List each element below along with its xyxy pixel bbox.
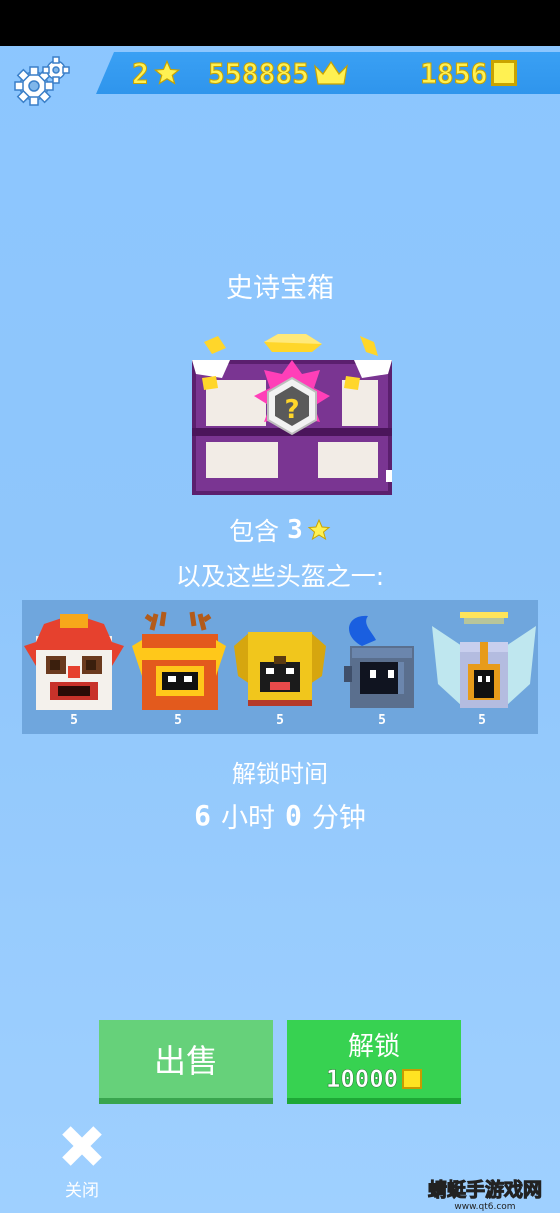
minutes-unit: 分钟	[311, 803, 366, 834]
status-bar	[0, 0, 560, 46]
close-icon	[62, 1126, 102, 1166]
settings-gear-icon[interactable]	[14, 56, 70, 106]
watermark-url: www.qt6.com	[454, 1202, 516, 1212]
svg-text:?: ?	[284, 395, 299, 425]
dragon-helmet-icon	[132, 611, 226, 710]
unlock-time-label: 解锁时间	[232, 760, 328, 788]
unlock-cost-value: 10000	[325, 1064, 399, 1093]
contains-count: 3	[287, 515, 303, 545]
stars-value: 2	[132, 56, 150, 90]
helmet-level: 5	[276, 713, 284, 728]
coin-icon	[402, 1068, 423, 1089]
helmet-level: 5	[70, 713, 78, 728]
star-icon	[153, 59, 181, 85]
unlock-button[interactable]: 解锁 10000	[287, 1020, 461, 1098]
watermark-text: 蜻蜓手游戏网	[427, 1179, 542, 1202]
helmet-lion-dance[interactable]: 5	[24, 606, 124, 730]
helmet-level: 5	[378, 713, 386, 728]
helmet-angel[interactable]: 5	[432, 606, 536, 730]
stars-counter: 2	[132, 56, 181, 90]
hours-value: 6	[194, 799, 211, 832]
helmets-label: 以及这些头盔之一:	[175, 562, 385, 591]
hours-unit: 小时	[221, 803, 275, 834]
dog-helmet-icon	[234, 632, 326, 706]
angel-helmet-icon	[432, 612, 536, 708]
watermark: 蜻蜓手游戏网 www.qt6.com	[420, 1175, 550, 1213]
helmet-knight[interactable]: 5	[332, 606, 432, 730]
coins-counter: 1856	[419, 56, 518, 90]
helmet-level: 5	[478, 713, 486, 728]
unlock-cost: 10000	[325, 1064, 423, 1093]
close-button[interactable]: 关闭	[54, 1122, 110, 1202]
unlock-button-label: 解锁	[347, 1031, 400, 1062]
lion-dance-helmet-icon	[24, 614, 124, 710]
helmet-level: 5	[174, 713, 182, 728]
coin-icon	[491, 60, 518, 86]
minutes-value: 0	[285, 799, 302, 832]
crowns-counter: 558885	[207, 56, 349, 90]
close-label: 关闭	[65, 1181, 99, 1201]
currency-bar: 2 558885 1856	[96, 52, 560, 94]
helmet-dragon[interactable]: 5	[128, 606, 228, 730]
crown-icon	[314, 60, 349, 85]
knight-helmet-icon	[344, 615, 414, 708]
epic-chest-icon[interactable]: ?	[182, 330, 402, 500]
contains-prefix: 包含	[229, 517, 280, 546]
coins-value: 1856	[419, 56, 488, 90]
helmet-dog[interactable]: 5	[230, 606, 330, 730]
sell-button[interactable]: 出售	[99, 1020, 273, 1098]
star-icon	[307, 518, 331, 541]
chest-title: 史诗宝箱	[226, 273, 334, 304]
helmet-strip: 5 5 5 5 5	[22, 600, 538, 734]
sell-button-label: 出售	[153, 1042, 218, 1080]
unlock-time-value: 6 小时 0 分钟	[0, 796, 560, 835]
contains-line: 包含 3	[0, 512, 560, 548]
crowns-value: 558885	[207, 56, 310, 90]
